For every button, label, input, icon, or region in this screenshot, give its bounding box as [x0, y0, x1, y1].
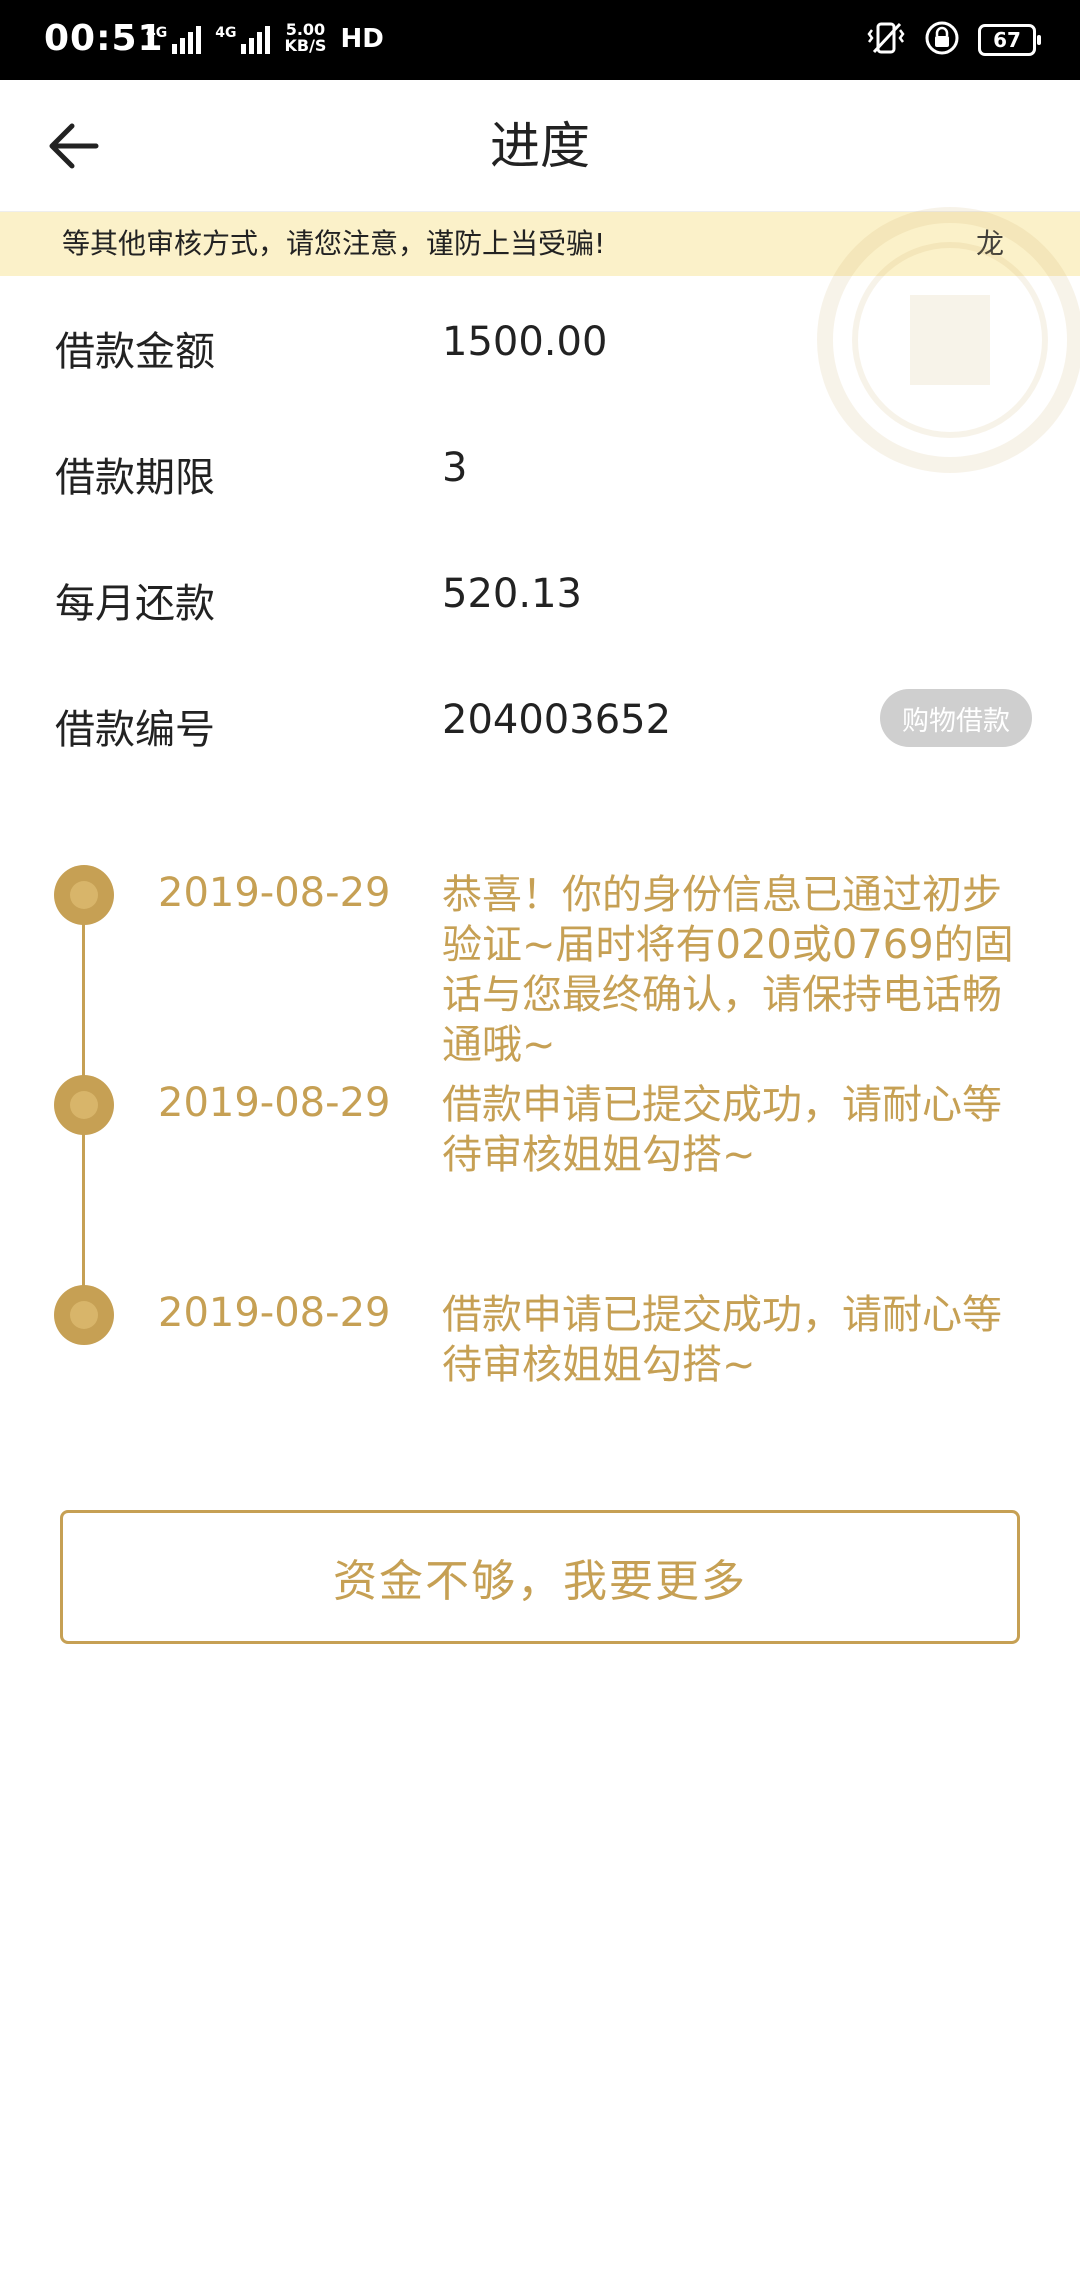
info-label: 借款编号	[55, 707, 215, 753]
more-funds-button[interactable]: 资金不够，我要更多	[60, 1510, 1020, 1644]
info-row-loan-id: 借款编号 204003652 购物借款	[0, 681, 1080, 761]
back-button[interactable]	[46, 116, 126, 176]
signal-icon: 4G	[146, 26, 202, 54]
info-row-amount: 借款金额 1500.00	[0, 303, 1080, 383]
signal-icon: 4G	[215, 26, 271, 54]
info-value: 1500.00	[442, 319, 608, 365]
app-header: 进度	[0, 80, 1080, 212]
status-bar: 00:51 4G 4G 5.00 KB/S HD 67	[0, 0, 1080, 80]
info-value: 3	[442, 445, 468, 491]
loan-type-badge: 购物借款	[880, 689, 1032, 747]
info-value: 204003652	[442, 697, 672, 743]
hd-icon: HD	[340, 24, 384, 54]
info-row-monthly: 每月还款 520.13	[0, 555, 1080, 635]
info-value: 520.13	[442, 571, 582, 617]
lock-rotation-icon	[924, 20, 960, 60]
notice-text: 等其他审核方式，请您注意，谨防上当受骗!	[62, 227, 606, 260]
timeline-date: 2019-08-29	[158, 1290, 391, 1336]
timeline-dot-icon	[54, 865, 114, 925]
network-speed: 5.00 KB/S	[284, 20, 327, 55]
timeline-dot-icon	[54, 1075, 114, 1135]
arrow-left-icon	[49, 123, 99, 169]
timeline-text: 恭喜！你的身份信息已通过初步验证~届时将有020或0769的固话与您最终确认，请…	[442, 872, 1014, 1068]
status-icons: 67	[866, 20, 1041, 60]
timeline-text: 借款申请已提交成功，请耐心等待审核姐姐勾搭~	[442, 1292, 1002, 1388]
network-status: 4G 4G 5.00 KB/S HD	[146, 22, 384, 54]
timeline-date: 2019-08-29	[158, 1080, 391, 1126]
info-label: 每月还款	[55, 581, 215, 627]
page-title: 进度	[490, 117, 590, 175]
timeline-dot-icon	[54, 1285, 114, 1345]
notice-text-tail: 龙	[976, 227, 1005, 260]
notice-bar: 等其他审核方式，请您注意，谨防上当受骗! 龙	[0, 212, 1080, 276]
timeline-text: 借款申请已提交成功，请耐心等待审核姐姐勾搭~	[442, 1082, 1002, 1178]
info-row-term: 借款期限 3	[0, 429, 1080, 509]
info-label: 借款金额	[55, 329, 215, 375]
timeline-date: 2019-08-29	[158, 870, 391, 916]
vibrate-icon	[866, 20, 906, 60]
battery-icon: 67	[978, 24, 1041, 56]
info-label: 借款期限	[55, 455, 215, 501]
